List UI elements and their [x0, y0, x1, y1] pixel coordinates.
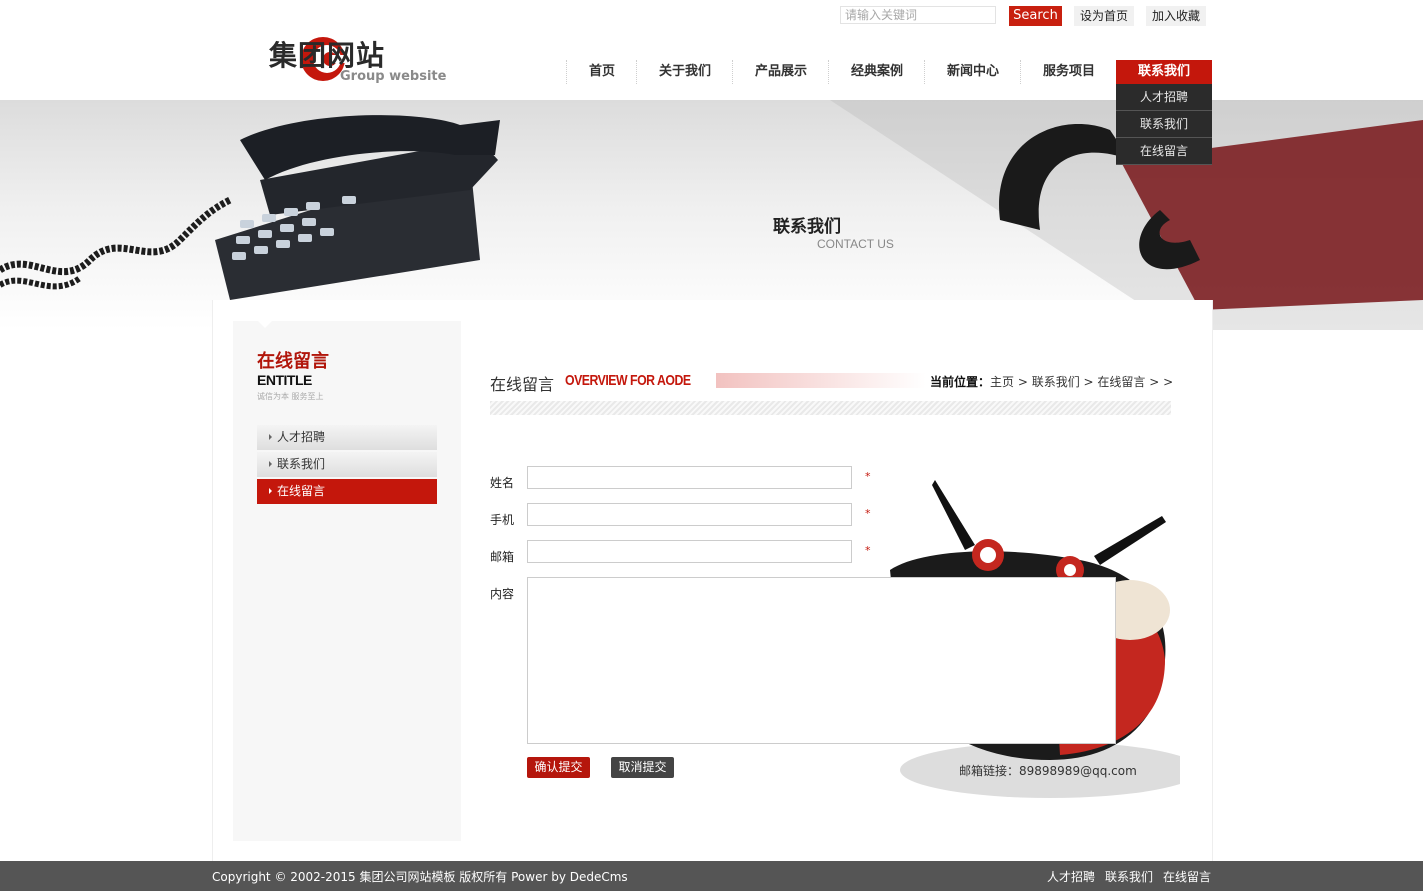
sidebar-item-label: 在线留言: [277, 484, 326, 498]
sidebar-item-contact[interactable]: 联系我们: [257, 452, 437, 477]
email-label: 邮箱: [490, 550, 515, 564]
caret-right-icon: [269, 434, 272, 440]
search-button[interactable]: Search: [1009, 6, 1062, 26]
breadcrumb-label: 当前位置：: [930, 375, 991, 389]
required-mark: *: [865, 507, 871, 520]
footer-link-jobs[interactable]: 人才招聘: [1047, 868, 1095, 885]
nav-item-contact[interactable]: 联系我们: [1116, 60, 1212, 84]
title-decoration: [716, 373, 926, 388]
nav-item-home[interactable]: 首页: [566, 60, 637, 84]
submenu-item-jobs[interactable]: 人才招聘: [1116, 84, 1212, 111]
add-favorite-link[interactable]: 加入收藏: [1146, 6, 1207, 26]
copyright-text: Copyright © 2002-2015 集团公司网站模板 版权所有 Powe…: [212, 870, 628, 884]
sidebar-item-label: 人才招聘: [277, 430, 326, 444]
nav-item-products[interactable]: 产品展示: [732, 60, 829, 84]
logo-subtitle: Group website: [340, 69, 447, 84]
content-label: 内容: [490, 587, 515, 601]
breadcrumb: 当前位置：主页 > 联系我们 > 在线留言 > >: [930, 373, 1173, 390]
phone-label: 手机: [490, 513, 515, 527]
submenu-item-message[interactable]: 在线留言: [1116, 138, 1212, 165]
banner-title: 联系我们: [773, 217, 841, 237]
submenu-item-contact[interactable]: 联系我们: [1116, 111, 1212, 138]
caret-right-icon: [269, 488, 272, 494]
name-field[interactable]: [527, 466, 852, 489]
content-textarea[interactable]: [527, 577, 1116, 744]
sidebar-item-label: 联系我们: [277, 457, 326, 471]
search-input[interactable]: [840, 6, 996, 24]
breadcrumb-path[interactable]: 主页 > 联系我们 > 在线留言 > >: [990, 375, 1173, 389]
sidebar-title-en: ENTITLE: [257, 372, 312, 388]
nav-submenu: 人才招聘 联系我们 在线留言: [1116, 84, 1212, 165]
logo-title: 集团网站: [269, 39, 386, 72]
nav-item-cases[interactable]: 经典案例: [828, 60, 925, 84]
footer-link-message[interactable]: 在线留言: [1163, 868, 1211, 885]
banner-subtitle: CONTACT US: [817, 237, 894, 251]
required-mark: *: [865, 544, 871, 557]
sidebar-slogan: 诚信为本 服务至上: [257, 392, 324, 401]
email-link[interactable]: 邮箱链接：89898989@qq.com: [959, 762, 1137, 779]
sidebar-item-message[interactable]: 在线留言: [257, 479, 437, 504]
submit-button[interactable]: 确认提交: [527, 757, 590, 778]
sidebar-notch: [258, 321, 272, 328]
page-title-en: OVERVIEW FOR AODE: [565, 372, 691, 389]
divider: [490, 401, 1171, 415]
name-label: 姓名: [490, 476, 515, 490]
nav-item-news[interactable]: 新闻中心: [924, 60, 1021, 84]
nav-item-services[interactable]: 服务项目: [1020, 60, 1117, 84]
caret-right-icon: [269, 461, 272, 467]
sidebar-item-jobs[interactable]: 人才招聘: [257, 425, 437, 450]
email-field[interactable]: [527, 540, 852, 563]
page-title: 在线留言: [490, 375, 555, 394]
cancel-button[interactable]: 取消提交: [611, 757, 674, 778]
required-mark: *: [865, 470, 871, 483]
set-home-link[interactable]: 设为首页: [1074, 6, 1135, 26]
phone-field[interactable]: [527, 503, 852, 526]
footer-link-contact[interactable]: 联系我们: [1105, 868, 1153, 885]
nav-item-about[interactable]: 关于我们: [636, 60, 733, 84]
sidebar-title: 在线留言: [257, 351, 329, 372]
